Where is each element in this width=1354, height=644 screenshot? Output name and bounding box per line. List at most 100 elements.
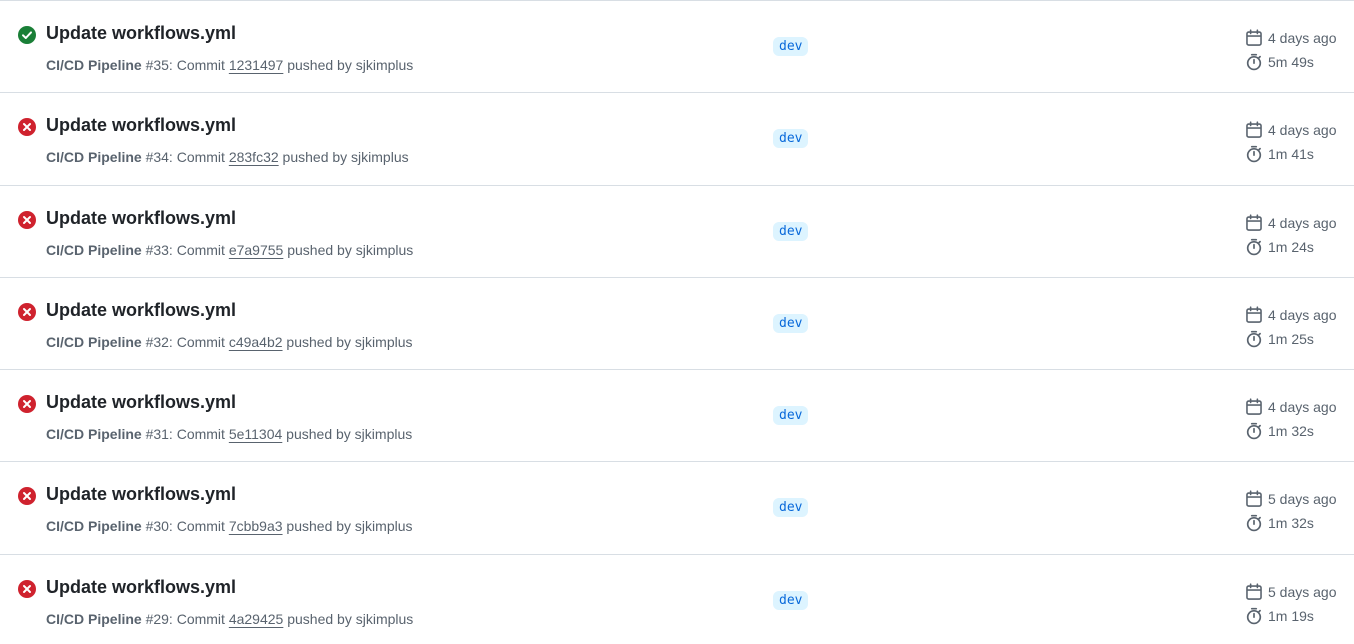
run-duration-text: 1m 32s [1268,515,1314,532]
run-duration-text: 1m 41s [1268,146,1314,163]
branch-badge[interactable]: dev [773,129,809,149]
run-date-text: 4 days ago [1268,30,1337,46]
pushed-by-text: pushed by sjkimplus [282,518,413,535]
commit-sha-link[interactable]: e7a9755 [229,242,284,258]
run-title[interactable]: Update workflows.yml [46,115,236,136]
run-title[interactable]: Update workflows.yml [46,23,236,44]
run-meta: CI/CD Pipeline #35: Commit 1231497 pushe… [46,57,413,73]
run-date: 5 days ago [1245,487,1350,511]
run-title[interactable]: Update workflows.yml [46,392,236,413]
run-title[interactable]: Update workflows.yml [46,577,236,598]
stopwatch-icon [1246,330,1262,348]
run-number-text: #33: Commit [141,241,229,258]
workflow-name: CI/CD Pipeline [46,149,142,166]
run-date: 4 days ago [1245,211,1350,235]
run-date-text: 4 days ago [1268,399,1337,416]
calendar-icon [1246,306,1262,323]
stopwatch-icon [1246,607,1262,625]
run-duration: 1m 41s [1245,142,1350,166]
run-title[interactable]: Update workflows.yml [46,300,236,321]
pushed-by-text: pushed by sjkimplus [282,426,413,443]
run-date-text: 4 days ago [1268,214,1337,231]
branch-badge[interactable]: dev [773,37,809,56]
run-date-text: 4 days ago [1268,306,1337,323]
run-date: 4 days ago [1245,395,1350,419]
branch-badge[interactable]: dev [773,590,809,610]
pushed-by-text: pushed by sjkimplus [283,57,414,73]
x-circle-icon [18,395,36,414]
x-circle-icon [18,118,36,137]
run-info: 5 days ago 1m 32s [1245,487,1350,535]
run-duration: 1m 24s [1245,235,1350,259]
commit-sha-link[interactable]: 4a29425 [229,611,284,627]
run-title[interactable]: Update workflows.yml [46,208,236,229]
x-circle-icon [18,487,36,506]
commit-sha-link[interactable]: 1231497 [229,57,284,73]
run-duration-text: 1m 32s [1268,423,1314,440]
run-date-text: 5 days ago [1268,583,1337,600]
run-meta: CI/CD Pipeline #32: Commit c49a4b2 pushe… [46,334,413,350]
workflow-run-row[interactable]: Update workflows.yml CI/CD Pipeline #35:… [0,1,1354,94]
run-duration: 5m 49s [1245,50,1350,74]
calendar-icon [1246,121,1262,139]
run-info: 4 days ago 5m 49s [1245,26,1350,74]
branch-badge[interactable]: dev [773,406,809,426]
run-duration: 1m 19s [1245,604,1350,628]
run-title[interactable]: Update workflows.yml [46,484,236,505]
pushed-by-text: pushed by sjkimplus [282,333,413,350]
run-number-text: #32: Commit [141,333,229,350]
run-duration: 1m 32s [1245,419,1350,443]
run-info: 4 days ago 1m 25s [1245,303,1350,351]
calendar-icon [1246,398,1262,416]
commit-sha-link[interactable]: c49a4b2 [229,334,283,350]
pushed-by-text: pushed by sjkimplus [283,241,414,258]
workflow-run-row[interactable]: Update workflows.yml CI/CD Pipeline #29:… [0,555,1354,644]
branch-badge[interactable]: dev [773,313,809,333]
run-date: 5 days ago [1245,580,1350,604]
run-number-text: #35: Commit [141,57,229,73]
workflow-name: CI/CD Pipeline [46,57,142,73]
run-duration: 1m 32s [1245,511,1350,535]
workflow-run-row[interactable]: Update workflows.yml CI/CD Pipeline #30:… [0,462,1354,555]
stopwatch-icon [1246,146,1262,163]
run-date: 4 days ago [1245,26,1350,50]
run-info: 5 days ago 1m 19s [1245,580,1350,628]
run-date: 4 days ago [1245,118,1350,142]
workflow-name: CI/CD Pipeline [46,426,142,443]
x-circle-icon [18,302,36,321]
workflow-name: CI/CD Pipeline [46,333,142,350]
run-info: 4 days ago 1m 32s [1245,395,1350,443]
run-duration-text: 1m 24s [1268,238,1314,255]
run-date: 4 days ago [1245,303,1350,327]
stopwatch-icon [1246,423,1262,440]
run-number-text: #30: Commit [141,518,229,535]
run-meta: CI/CD Pipeline #34: Commit 283fc32 pushe… [46,149,409,165]
stopwatch-icon [1246,238,1262,255]
workflow-name: CI/CD Pipeline [46,610,142,627]
run-meta: CI/CD Pipeline #33: Commit e7a9755 pushe… [46,242,413,258]
workflow-run-list: Update workflows.yml CI/CD Pipeline #35:… [0,0,1354,644]
run-duration: 1m 25s [1245,327,1350,351]
workflow-run-row[interactable]: Update workflows.yml CI/CD Pipeline #32:… [0,278,1354,371]
commit-sha-link[interactable]: 7cbb9a3 [229,518,283,534]
calendar-icon [1246,29,1262,46]
commit-sha-link[interactable]: 5e11304 [229,426,282,442]
run-info: 4 days ago 1m 24s [1245,211,1350,259]
run-meta: CI/CD Pipeline #29: Commit 4a29425 pushe… [46,611,413,627]
workflow-run-row[interactable]: Update workflows.yml CI/CD Pipeline #31:… [0,370,1354,463]
branch-badge[interactable]: dev [773,221,809,241]
run-number-text: #34: Commit [141,149,229,166]
run-date-text: 4 days ago [1268,122,1337,139]
x-circle-icon [18,579,36,598]
commit-sha-link[interactable]: 283fc32 [229,149,279,165]
branch-badge[interactable]: dev [773,498,809,518]
workflow-name: CI/CD Pipeline [46,241,142,258]
run-meta: CI/CD Pipeline #30: Commit 7cbb9a3 pushe… [46,518,413,534]
workflow-run-row[interactable]: Update workflows.yml CI/CD Pipeline #34:… [0,93,1354,186]
run-duration-text: 1m 25s [1268,330,1314,347]
calendar-icon [1246,490,1262,508]
stopwatch-icon [1246,53,1262,71]
run-date-text: 5 days ago [1268,491,1337,508]
workflow-run-row[interactable]: Update workflows.yml CI/CD Pipeline #33:… [0,186,1354,278]
check-circle-icon [18,26,36,44]
